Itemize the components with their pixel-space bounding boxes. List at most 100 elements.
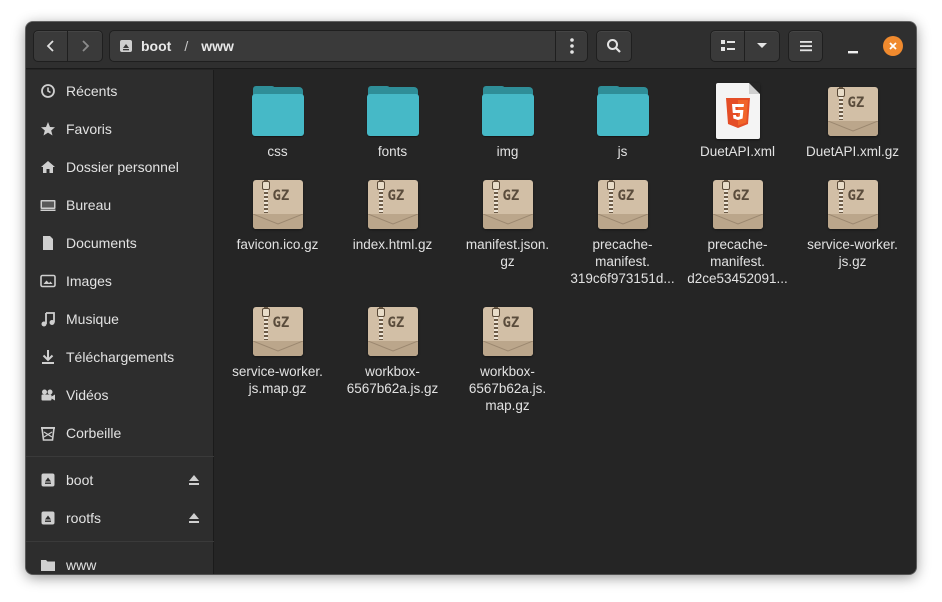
archive-icon: GZ — [825, 176, 881, 232]
sidebar-item-label: Documents — [66, 235, 137, 251]
sidebar-item-label: Favoris — [66, 121, 112, 137]
file-item-fonts[interactable]: fonts — [335, 83, 450, 160]
sidebar-item-trash[interactable]: Corbeille — [26, 416, 214, 450]
eject-icon[interactable] — [188, 511, 200, 525]
file-name: index.html.gz — [352, 237, 433, 252]
archive-icon: GZ — [250, 176, 306, 232]
main-menu-button[interactable] — [788, 30, 823, 62]
minimize-icon — [848, 51, 858, 54]
file-item-workbox-js-map-gz[interactable]: GZ workbox- 6567b62a.js. map.gz — [450, 303, 565, 414]
file-name: img — [496, 144, 519, 159]
sidebar-separator — [26, 541, 214, 542]
minimize-button[interactable] — [840, 37, 866, 55]
sidebar-item-rootfs[interactable]: rootfs — [26, 501, 214, 535]
sidebar-item-label: Vidéos — [66, 387, 109, 403]
sidebar-item-desktop[interactable]: Bureau — [26, 188, 214, 222]
archive-icon: GZ — [250, 303, 306, 359]
drive-icon — [40, 510, 56, 526]
sidebar-item-label: www — [66, 557, 97, 573]
html5-file-icon — [710, 83, 766, 139]
close-icon — [889, 42, 897, 50]
image-icon — [40, 273, 56, 289]
list-view-icon — [720, 40, 735, 51]
archive-icon: GZ — [480, 176, 536, 232]
file-name: js — [617, 144, 628, 159]
file-item-img[interactable]: img — [450, 83, 565, 160]
file-name: favicon.ico.gz — [236, 237, 319, 252]
archive-icon: GZ — [825, 83, 881, 139]
file-item-manifest-json-gz[interactable]: GZ manifest.json. gz — [450, 176, 565, 270]
close-button[interactable] — [883, 36, 903, 56]
sidebar-item-label: boot — [66, 472, 94, 488]
file-item-css[interactable]: css — [220, 83, 335, 160]
file-item-workbox-js-gz[interactable]: GZ workbox- 6567b62a.js.gz — [335, 303, 450, 397]
file-name: precache- manifest. 319c6f973151d... — [570, 237, 675, 286]
music-icon — [40, 311, 56, 327]
chevron-left-icon — [46, 40, 54, 52]
kebab-menu-icon — [569, 38, 574, 54]
file-item-duetapi-xml[interactable]: DuetAPI.xml — [680, 83, 795, 160]
sidebar-item-label: rootfs — [66, 510, 102, 526]
file-name: css — [267, 144, 288, 159]
path-bar: boot / www — [109, 30, 556, 62]
desktop-icon — [40, 197, 56, 213]
file-item-index-html-gz[interactable]: GZ index.html.gz — [335, 176, 450, 253]
sidebar-item-label: Bureau — [66, 197, 112, 213]
file-name: DuetAPI.xml.gz — [805, 144, 900, 159]
archive-icon: GZ — [480, 303, 536, 359]
home-icon — [40, 159, 56, 175]
file-item-js[interactable]: js — [565, 83, 680, 160]
file-item-service-worker-js-gz[interactable]: GZ service-worker. js.gz — [795, 176, 910, 270]
path-segment-www[interactable]: www — [201, 38, 234, 54]
sidebar-item-videos[interactable]: Vidéos — [26, 378, 214, 412]
file-name: DuetAPI.xml — [699, 144, 776, 159]
file-item-service-worker-js-map-gz[interactable]: GZ service-worker. js.map.gz — [220, 303, 335, 397]
file-name: service-worker. js.map.gz — [232, 364, 323, 396]
path-segment-boot[interactable]: boot — [141, 38, 171, 54]
sidebar-item-label: Récents — [66, 83, 118, 99]
chevron-down-icon — [757, 43, 767, 48]
forward-button[interactable] — [68, 30, 103, 62]
sidebar-item-documents[interactable]: Documents — [26, 226, 214, 260]
archive-icon: GZ — [365, 176, 421, 232]
file-manager-window: boot / www Récents Favoris Dossier perso… — [26, 22, 916, 574]
sidebar-item-downloads[interactable]: Téléchargements — [26, 340, 214, 374]
eject-icon[interactable] — [188, 473, 200, 487]
sidebar: Récents Favoris Dossier personnel Bureau… — [26, 70, 214, 574]
sidebar-item-label: Musique — [66, 311, 119, 327]
file-name: fonts — [377, 144, 408, 159]
file-item-precache-manifest-2[interactable]: GZ precache- manifest. d2ce53452091... — [680, 176, 795, 287]
search-button[interactable] — [596, 30, 632, 62]
sidebar-item-favorites[interactable]: Favoris — [26, 112, 214, 146]
sidebar-item-music[interactable]: Musique — [26, 302, 214, 336]
archive-icon: GZ — [710, 176, 766, 232]
sidebar-item-label: Dossier personnel — [66, 159, 179, 175]
document-icon — [40, 235, 56, 251]
file-item-precache-manifest-1[interactable]: GZ precache- manifest. 319c6f973151d... — [565, 176, 680, 287]
drive-icon — [40, 472, 56, 488]
folder-icon — [40, 557, 56, 573]
sidebar-item-label: Images — [66, 273, 112, 289]
video-icon — [40, 387, 56, 403]
sidebar-separator — [26, 456, 214, 457]
path-menu-button[interactable] — [555, 30, 588, 62]
sidebar-item-images[interactable]: Images — [26, 264, 214, 298]
download-icon — [40, 349, 56, 365]
file-name: precache- manifest. d2ce53452091... — [687, 237, 788, 286]
folder-icon — [250, 83, 306, 139]
file-name: workbox- 6567b62a.js.gz — [346, 364, 439, 396]
view-options-dropdown[interactable] — [745, 30, 780, 62]
archive-icon: GZ — [365, 303, 421, 359]
clock-icon — [40, 83, 56, 99]
back-button[interactable] — [33, 30, 68, 62]
view-mode-button[interactable] — [710, 30, 745, 62]
sidebar-item-home[interactable]: Dossier personnel — [26, 150, 214, 184]
sidebar-item-recents[interactable]: Récents — [26, 74, 214, 108]
file-item-favicon-ico-gz[interactable]: GZ favicon.ico.gz — [220, 176, 335, 253]
sidebar-item-label: Corbeille — [66, 425, 122, 441]
folder-icon — [480, 83, 536, 139]
sidebar-item-www[interactable]: www — [26, 548, 214, 574]
sidebar-item-boot[interactable]: boot — [26, 463, 214, 497]
file-grid: css fonts img js DuetAPI.xml GZ DuetAPI.… — [215, 70, 916, 574]
file-item-duetapi-xml-gz[interactable]: GZ DuetAPI.xml.gz — [795, 83, 910, 160]
